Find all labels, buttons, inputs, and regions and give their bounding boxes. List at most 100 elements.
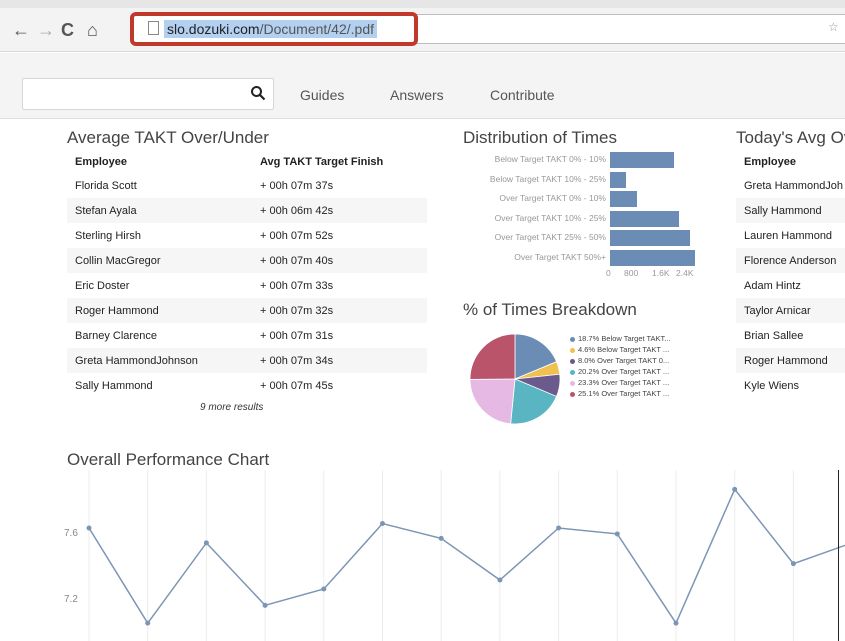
legend-label: 25.1% Over Target TAKT ... — [578, 389, 670, 398]
bar-category-label: Over Target TAKT 50%+ — [514, 251, 606, 262]
table-row: Eric Doster + 00h 07m 33s — [67, 273, 427, 298]
site-header: Guides Answers Contribute — [0, 53, 845, 119]
employee-name: Stefan Ayala — [67, 198, 252, 223]
browser-toolbar: ← → C ⌂ slo.dozuki.com/Document/42/.pdf … — [0, 0, 845, 52]
data-point — [438, 535, 444, 541]
distribution-bar — [610, 210, 679, 227]
table-row: Barney Clarence + 00h 07m 31s — [67, 323, 427, 348]
back-icon[interactable]: ← — [12, 20, 30, 40]
today-panel-title: Today's Avg Ov — [736, 128, 845, 147]
search-icon[interactable] — [250, 85, 266, 101]
data-point — [673, 620, 679, 626]
data-point — [732, 486, 738, 492]
table-row: Florida Scott + 00h 07m 37s — [67, 173, 427, 198]
distribution-bar — [610, 230, 690, 246]
forward-icon[interactable]: → — [37, 20, 55, 40]
avg-takt-value: + 00h 06m 42s — [252, 198, 427, 223]
search-input[interactable] — [22, 78, 274, 110]
pie-slice — [469, 333, 516, 380]
more-results-link[interactable]: 9 more results — [200, 402, 263, 413]
employee-name: Sally Hammond — [736, 198, 845, 223]
legend-item: 8.0% Over Target TAKT 0... — [570, 356, 669, 365]
takt-table: Employee Avg TAKT Target Finish Florida … — [67, 150, 427, 398]
employee-name: Kyle Wiens — [744, 379, 800, 392]
legend-item: 20.2% Over Target TAKT ... — [570, 367, 669, 376]
distribution-bar — [610, 249, 695, 266]
data-point — [321, 586, 327, 592]
employee-name: Collin MacGregor — [67, 248, 252, 273]
employee-name: Barney Clarence — [75, 329, 157, 342]
table-row: Greta HammondJoh — [736, 173, 845, 198]
employee-name: Greta HammondJohnson — [67, 348, 252, 373]
legend-swatch — [570, 380, 575, 386]
employee-name: Adam Hintz — [744, 279, 801, 292]
column-header-employee: Employee — [744, 155, 796, 168]
breakdown-pie-chart — [469, 333, 561, 425]
data-point — [86, 525, 92, 531]
table-row: Adam Hintz — [736, 273, 845, 298]
nav-answers[interactable]: Answers — [390, 87, 444, 103]
employee-name: Roger Hammond — [736, 348, 845, 373]
pie-slice — [469, 378, 516, 425]
table-row: Sally Hammond — [736, 198, 845, 223]
legend-item: 18.7% Below Target TAKT... — [570, 334, 671, 343]
bar-category-label: Over Target TAKT 25% - 50% — [494, 232, 606, 242]
legend-swatch — [570, 391, 575, 397]
avg-takt-value: + 00h 07m 32s — [252, 298, 427, 323]
reload-icon[interactable]: C — [61, 20, 74, 40]
url-highlight-box — [130, 12, 418, 46]
employee-name: Eric Doster — [75, 279, 130, 292]
avg-takt-value: + 00h 07m 37s — [260, 179, 334, 192]
table-row: Stefan Ayala + 00h 06m 42s — [67, 198, 427, 223]
avg-takt-value: + 00h 07m 40s — [252, 248, 427, 273]
legend-swatch — [570, 369, 575, 375]
today-table-header: Employee — [736, 150, 845, 173]
data-point — [614, 531, 620, 537]
page-edge — [838, 470, 839, 641]
distribution-title: Distribution of Times — [463, 128, 617, 147]
table-row: Sally Hammond + 00h 07m 45s — [67, 373, 427, 398]
employee-name: Brian Sallee — [744, 329, 804, 342]
table-row: Lauren Hammond — [736, 223, 845, 248]
table-row: Brian Sallee — [736, 323, 845, 348]
avg-takt-value: + 00h 07m 52s — [260, 229, 334, 242]
column-header-avg-takt: Avg TAKT Target Finish — [260, 155, 384, 168]
table-row: Greta HammondJohnson + 00h 07m 34s — [67, 348, 427, 373]
table-row: Roger Hammond — [736, 348, 845, 373]
x-tick-label: 1.6K — [652, 268, 670, 278]
x-tick-label: 800 — [624, 268, 639, 278]
data-point — [203, 540, 209, 546]
performance-series-line — [88, 487, 845, 625]
employee-name: Taylor Arnicar — [736, 298, 845, 323]
data-point — [497, 577, 503, 583]
column-header-employee: Employee — [75, 155, 127, 168]
today-table: Employee Greta HammondJoh Sally Hammond La… — [736, 150, 845, 398]
avg-takt-value: + 00h 07m 45s — [260, 379, 334, 392]
bar-category-label: Over Target TAKT 10% - 25% — [494, 212, 606, 223]
data-point — [790, 561, 796, 567]
employee-name: Sally Hammond — [75, 379, 153, 392]
bar-category-label: Below Target TAKT 0% - 10% — [494, 154, 606, 164]
bar-category-label: Over Target TAKT 0% - 10% — [499, 193, 606, 203]
bar-category-label: Below Target TAKT 10% - 25% — [489, 173, 606, 184]
legend-item: 25.1% Over Target TAKT ... — [570, 389, 669, 398]
data-point — [380, 521, 385, 527]
tab-strip — [0, 0, 845, 8]
performance-title: Overall Performance Chart — [67, 450, 270, 469]
legend-item: 23.3% Over Target TAKT ... — [570, 378, 669, 387]
distribution-bar — [610, 171, 626, 188]
performance-line-chart — [86, 470, 845, 641]
nav-contribute[interactable]: Contribute — [490, 87, 555, 103]
x-tick-label: 2.4K — [676, 268, 694, 278]
table-row: Florence Anderson — [736, 248, 845, 273]
legend-label: 18.7% Below Target TAKT... — [578, 334, 671, 343]
legend-label: 20.2% Over Target TAKT ... — [578, 367, 670, 376]
data-point — [145, 620, 151, 626]
legend-swatch — [570, 347, 575, 353]
bookmark-star-icon[interactable]: ☆ — [828, 20, 839, 34]
nav-guides[interactable]: Guides — [300, 87, 344, 103]
table-row: Sterling Hirsh + 00h 07m 52s — [67, 223, 427, 248]
takt-panel-title: Average TAKT Over/Under — [67, 128, 269, 147]
home-icon[interactable]: ⌂ — [87, 20, 98, 40]
table-row: Roger Hammond + 00h 07m 32s — [67, 298, 427, 323]
